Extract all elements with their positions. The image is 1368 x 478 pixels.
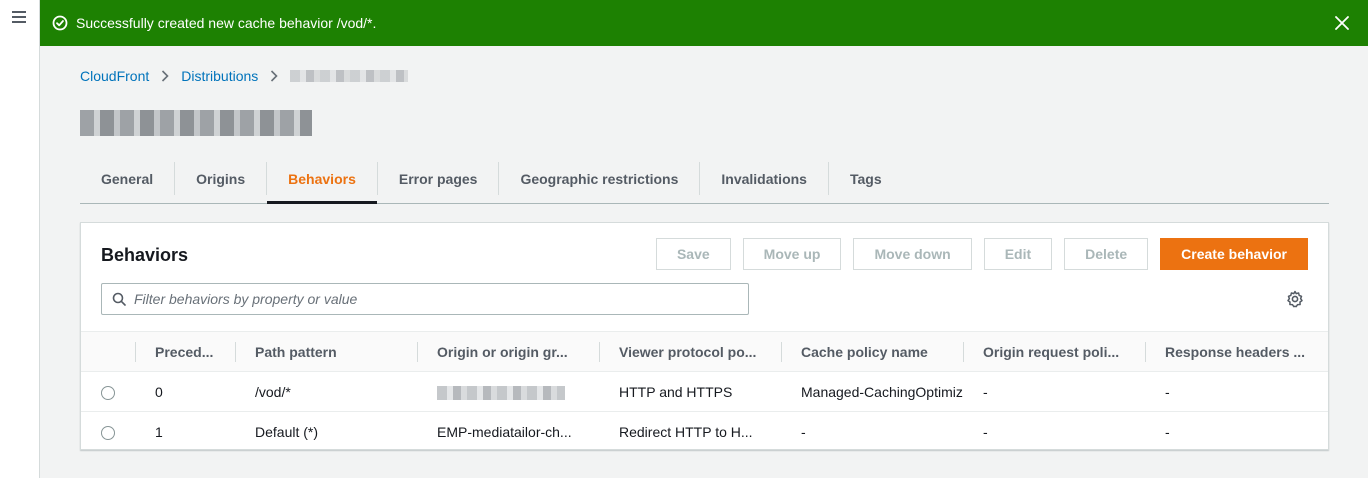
flash-message: Successfully created new cache behavior … [76, 15, 377, 31]
column-header-cache-policy[interactable]: Cache policy name [781, 331, 963, 372]
success-check-icon [52, 15, 68, 31]
search-icon [112, 292, 126, 306]
move-up-button[interactable]: Move up [742, 238, 842, 270]
menu-icon[interactable] [12, 11, 26, 23]
precedence-cell: 0 [135, 371, 235, 412]
save-button[interactable]: Save [655, 238, 731, 270]
origin-request-policy-cell: - [983, 423, 988, 440]
column-header-origin[interactable]: Origin or origin gr... [417, 331, 599, 372]
column-header-origin-request-policy[interactable]: Origin request poli... [963, 331, 1145, 372]
origin-redacted [437, 385, 565, 400]
response-headers-cell: - [1165, 423, 1170, 440]
breadcrumb: CloudFront Distributions [80, 68, 409, 84]
filter-behaviors-input[interactable] [134, 291, 734, 307]
gear-icon[interactable] [1286, 290, 1304, 308]
edit-button[interactable]: Edit [983, 238, 1053, 270]
tab-general[interactable]: General [80, 154, 174, 203]
tab-geographic-restrictions[interactable]: Geographic restrictions [499, 154, 699, 203]
behaviors-container: Behaviors Save Move up Move down Edit De… [80, 222, 1329, 450]
viewer-protocol-cell: HTTP and HTTPS [599, 371, 781, 412]
behaviors-title: Behaviors [101, 245, 189, 265]
cache-policy-cell: - [801, 423, 806, 440]
filter-box [101, 283, 749, 315]
tab-origins[interactable]: Origins [175, 154, 266, 203]
behaviors-table: Preced... Path pattern Origin or origin … [81, 331, 1328, 452]
row-select-cell [81, 371, 135, 412]
row-select-cell [81, 412, 135, 452]
chevron-right-icon [161, 70, 169, 82]
page-title-redacted [80, 110, 312, 136]
tab-invalidations[interactable]: Invalidations [700, 154, 828, 203]
column-header-path-pattern[interactable]: Path pattern [235, 331, 417, 372]
table-row[interactable]: 1 Default (*) EMP-mediatailor-ch... Redi… [81, 412, 1328, 452]
tab-tags[interactable]: Tags [829, 154, 903, 203]
breadcrumb-distribution-id-redacted [290, 70, 409, 82]
row-radio-button[interactable] [101, 385, 115, 400]
origin-cell [417, 371, 599, 412]
viewer-protocol-cell: Redirect HTTP to H... [619, 423, 753, 440]
tab-error-pages[interactable]: Error pages [378, 154, 499, 203]
row-radio-button[interactable] [101, 425, 115, 440]
close-icon[interactable] [1332, 13, 1352, 33]
behaviors-header: Behaviors Save Move up Move down Edit De… [81, 223, 1328, 331]
create-behavior-button[interactable]: Create behavior [1160, 238, 1308, 270]
origin-request-policy-cell: - [963, 371, 1145, 412]
select-column-header [81, 331, 135, 372]
table-row[interactable]: 0 /vod/* HTTP and HTTPS Managed-CachingO… [81, 371, 1328, 412]
tab-behaviors[interactable]: Behaviors [267, 154, 377, 204]
breadcrumb-distributions[interactable]: Distributions [181, 68, 258, 84]
column-header-response-headers[interactable]: Response headers ... [1145, 331, 1328, 372]
chevron-right-icon [270, 70, 278, 82]
delete-button[interactable]: Delete [1064, 238, 1149, 270]
origin-cell: EMP-mediatailor-ch... [437, 423, 572, 440]
response-headers-cell: - [1145, 371, 1328, 412]
precedence-cell: 1 [155, 423, 163, 440]
move-down-button[interactable]: Move down [853, 238, 972, 270]
breadcrumb-cloudfront[interactable]: CloudFront [80, 68, 149, 84]
left-navigation [0, 0, 40, 478]
cache-policy-cell: Managed-CachingOptimiz [781, 371, 963, 412]
path-pattern-cell: /vod/* [235, 371, 417, 412]
behaviors-actions: Save Move up Move down Edit Delete Creat… [655, 238, 1308, 270]
column-header-viewer-protocol[interactable]: Viewer protocol po... [599, 331, 781, 372]
success-flashbar: Successfully created new cache behavior … [40, 0, 1368, 46]
path-pattern-cell: Default (*) [255, 423, 319, 440]
tab-bar: General Origins Behaviors Error pages Ge… [80, 154, 1329, 204]
table-header-row: Preced... Path pattern Origin or origin … [81, 331, 1328, 372]
column-header-precedence[interactable]: Preced... [135, 331, 235, 372]
